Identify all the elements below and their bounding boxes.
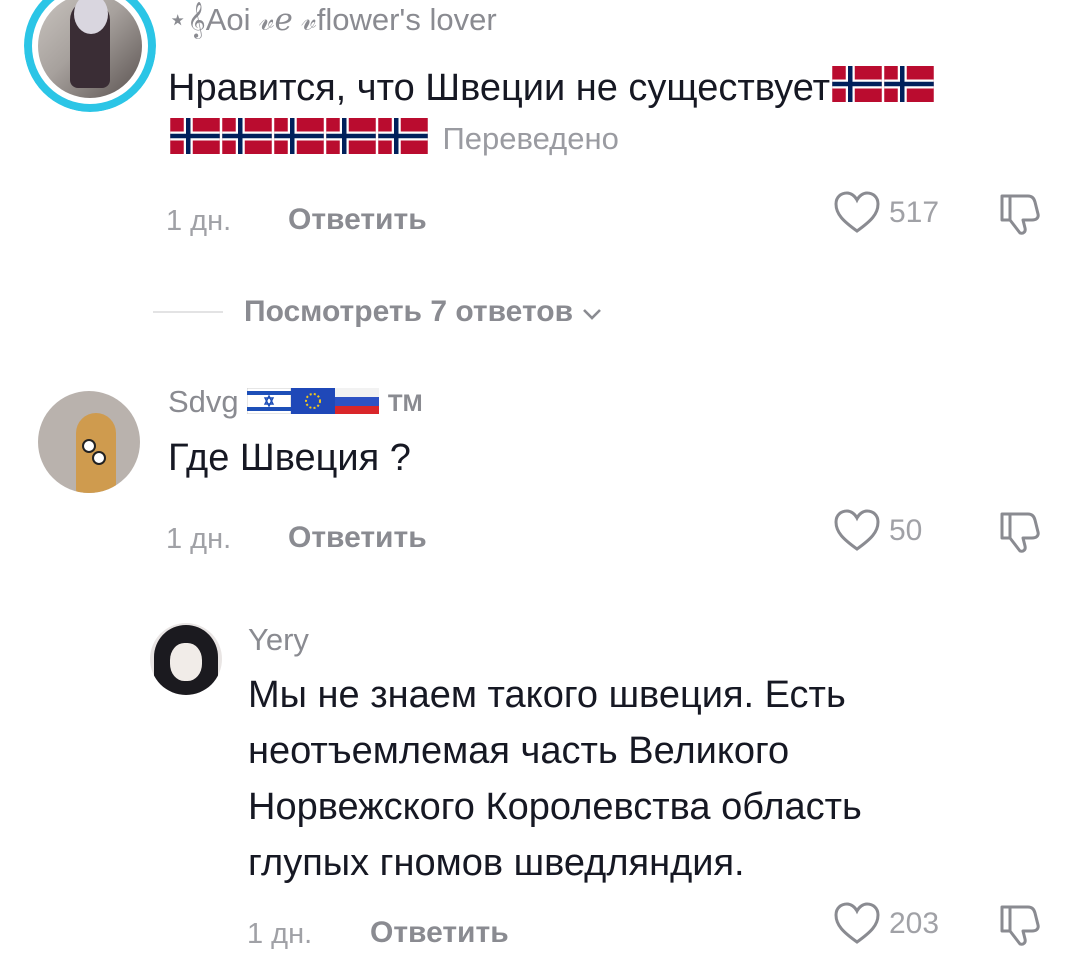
norway-flag-icon <box>170 118 220 159</box>
comment-username[interactable]: Sdvg TM <box>168 384 423 422</box>
view-replies-button[interactable]: Посмотреть 7 ответов <box>244 295 603 330</box>
norway-flag-icons <box>830 65 934 109</box>
reply-button[interactable]: Ответить <box>288 203 427 237</box>
comment-time: 1 дн. <box>166 523 232 555</box>
avatar-face <box>170 643 202 681</box>
norway-flag-icon <box>884 62 934 118</box>
norway-flag-icon <box>832 62 882 118</box>
dislike-icon[interactable] <box>994 192 1044 236</box>
avatar[interactable] <box>38 391 140 493</box>
dislike-icon[interactable] <box>994 510 1044 554</box>
heart-icon[interactable] <box>833 901 881 945</box>
comment-username[interactable]: ⋆𝄞Aoi 𝓋ℯ 𝓋flower's lover <box>168 2 497 39</box>
dislike-icon[interactable] <box>994 903 1044 947</box>
avatar-ring[interactable] <box>24 0 156 112</box>
chevron-down-icon <box>581 296 603 330</box>
like-count: 50 <box>889 514 923 547</box>
heart-icon[interactable] <box>833 190 881 234</box>
russia-flag-icon <box>335 386 380 422</box>
replies-divider <box>153 311 223 313</box>
comment-time: 1 дн. <box>166 205 232 237</box>
like-count: 203 <box>889 907 940 940</box>
avatar[interactable] <box>150 623 222 695</box>
comment-flags-line: Переведено <box>168 118 619 159</box>
norway-flag-icon <box>274 118 324 159</box>
norway-flag-icon <box>378 118 428 159</box>
comment-time: 1 дн. <box>247 918 313 950</box>
heart-icon[interactable] <box>833 508 881 552</box>
eu-flag-icon <box>291 386 336 422</box>
reply-button[interactable]: Ответить <box>288 521 427 555</box>
like-count: 517 <box>889 196 940 229</box>
comment-text: Нравится, что Швеции не существует <box>168 60 1048 118</box>
comment-text: Где Швеция ? <box>168 437 411 479</box>
reply-button[interactable]: Ответить <box>370 916 509 950</box>
israel-flag-icon <box>246 386 292 422</box>
comment-text: Мы не знаем такого швеция. Есть неотъемл… <box>248 674 862 884</box>
norway-flag-icon <box>326 118 376 159</box>
translated-label[interactable]: Переведено <box>442 121 618 156</box>
norway-flag-icon <box>222 118 272 159</box>
comment-username[interactable]: Yery <box>248 622 309 658</box>
norway-flag-icons <box>168 118 428 154</box>
